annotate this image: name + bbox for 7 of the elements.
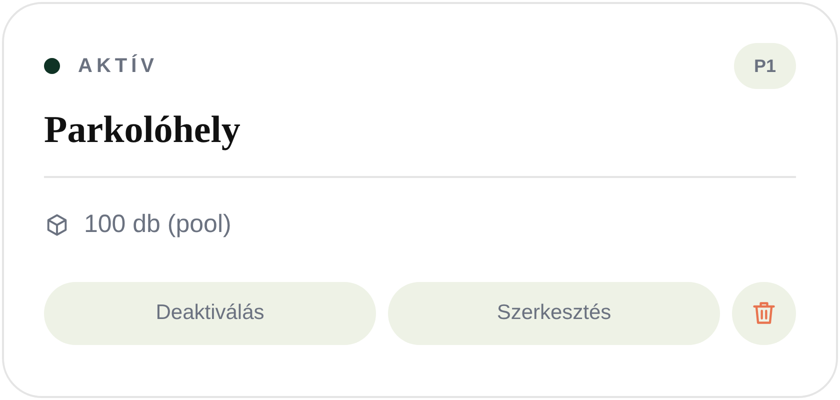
trash-icon [751, 300, 777, 326]
action-button[interactable]: Deaktiválás [44, 282, 376, 344]
card-title: Parkolóhely [44, 108, 242, 153]
quantity-text: 100 db (pool) [84, 209, 232, 240]
action-button[interactable]: Szerkesztés [388, 282, 720, 344]
priority-badge: P1 [734, 43, 796, 89]
status-label: AKTÍV [78, 53, 158, 79]
